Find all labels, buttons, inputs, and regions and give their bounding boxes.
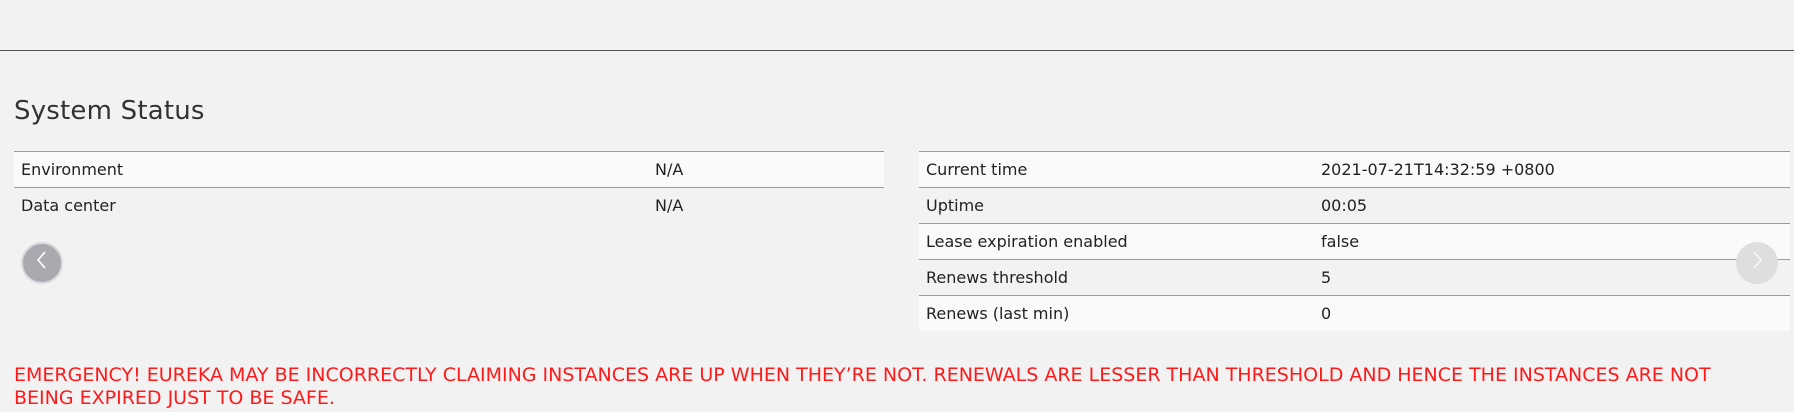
- current-time-label: Current time: [919, 151, 1314, 188]
- lease-expiration-value: false: [1314, 223, 1790, 260]
- renews-threshold-label: Renews threshold: [919, 259, 1314, 296]
- renews-threshold-value: 5: [1314, 259, 1790, 296]
- chevron-left-icon: [35, 250, 49, 276]
- system-status-table-right: Current time 2021-07-21T14:32:59 +0800 U…: [919, 151, 1790, 331]
- table-row: Uptime 00:05: [919, 187, 1790, 224]
- environment-label: Environment: [14, 151, 648, 188]
- table-row: Lease expiration enabled false: [919, 223, 1790, 260]
- carousel-next-button[interactable]: [1736, 242, 1778, 284]
- table-row: Current time 2021-07-21T14:32:59 +0800: [919, 151, 1790, 188]
- carousel-prev-button[interactable]: [21, 242, 63, 284]
- lease-expiration-label: Lease expiration enabled: [919, 223, 1314, 260]
- table-row: Data center N/A: [14, 187, 884, 223]
- page-title: System Status: [14, 96, 205, 126]
- uptime-value: 00:05: [1314, 187, 1790, 224]
- emergency-warning: EMERGENCY! EUREKA MAY BE INCORRECTLY CLA…: [14, 364, 1711, 409]
- renews-last-min-value: 0: [1314, 295, 1790, 331]
- top-navbar: [0, 0, 1794, 51]
- chevron-right-icon: [1750, 250, 1764, 276]
- renews-last-min-label: Renews (last min): [919, 295, 1314, 331]
- system-status-table-left: Environment N/A Data center N/A: [14, 151, 884, 223]
- table-row: Renews threshold 5: [919, 259, 1790, 296]
- table-row: Environment N/A: [14, 151, 884, 188]
- table-row: Renews (last min) 0: [919, 295, 1790, 331]
- environment-value: N/A: [648, 151, 884, 188]
- data-center-value: N/A: [648, 187, 884, 223]
- uptime-label: Uptime: [919, 187, 1314, 224]
- data-center-label: Data center: [14, 187, 648, 223]
- current-time-value: 2021-07-21T14:32:59 +0800: [1314, 151, 1790, 188]
